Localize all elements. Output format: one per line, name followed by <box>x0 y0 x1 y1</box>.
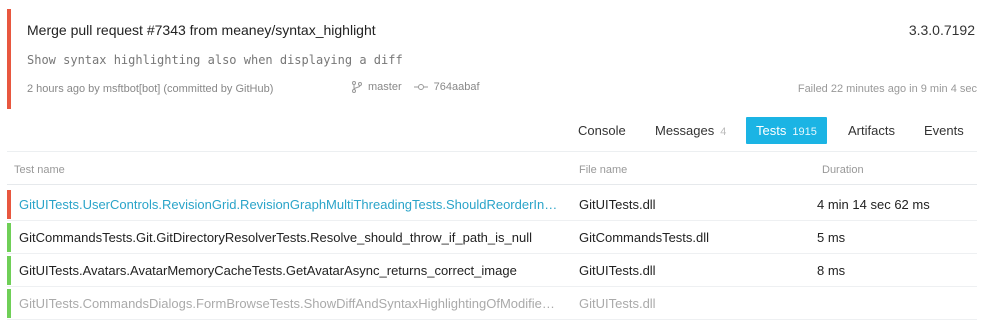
tab-label: Events <box>924 123 964 138</box>
build-status-text: Failed 22 minutes ago in 9 min 4 sec <box>797 83 977 95</box>
tab-label: Console <box>578 123 626 138</box>
column-header-test-name[interactable]: Test name <box>14 164 65 176</box>
table-row[interactable]: GitUITests.CommandsDialogs.FormBrowseTes… <box>7 288 977 320</box>
branch-name[interactable]: master <box>368 81 402 93</box>
test-file: GitUITests.dll <box>579 263 656 278</box>
test-passed-indicator <box>7 223 11 252</box>
tab-tests[interactable]: Tests 1915 <box>746 117 827 144</box>
test-duration: 4 min 14 sec 62 ms <box>817 197 930 212</box>
tab-messages[interactable]: Messages 4 <box>655 117 726 144</box>
commit-sha[interactable]: 764aabaf <box>434 81 480 93</box>
commit-icon <box>413 82 428 92</box>
table-header-divider <box>7 184 977 185</box>
commit-meta: 2 hours ago by msftbot[bot] (committed b… <box>27 83 274 95</box>
tab-label: Messages <box>655 123 715 138</box>
build-version[interactable]: 3.3.0.7192 <box>909 22 975 38</box>
tabs-divider <box>7 151 977 152</box>
test-name[interactable]: GitUITests.UserControls.RevisionGrid.Rev… <box>19 197 559 212</box>
test-failed-indicator <box>7 190 11 219</box>
test-file: GitUITests.dll <box>579 197 656 212</box>
test-name[interactable]: GitUITests.CommandsDialogs.FormBrowseTes… <box>19 296 559 311</box>
tab-count: 1915 <box>792 126 817 138</box>
tab-label: Artifacts <box>848 123 895 138</box>
commit-card: Merge pull request #7343 from meaney/syn… <box>7 9 983 109</box>
tests-table-header: Test name File name Duration <box>0 162 983 180</box>
branch-icon <box>352 81 362 93</box>
build-status-bar <box>7 9 11 109</box>
test-name[interactable]: GitCommandsTests.Git.GitDirectoryResolve… <box>19 230 559 245</box>
tab-console[interactable]: Console <box>578 117 626 144</box>
tab-events[interactable]: Events <box>924 117 964 144</box>
table-row[interactable]: GitUITests.Avatars.AvatarMemoryCacheTest… <box>7 255 977 287</box>
commit-title[interactable]: Merge pull request #7343 from meaney/syn… <box>27 22 376 38</box>
table-row[interactable]: GitCommandsTests.Git.GitDirectoryResolve… <box>7 222 977 254</box>
column-header-duration[interactable]: Duration <box>822 164 864 176</box>
column-header-file-name[interactable]: File name <box>579 164 627 176</box>
test-duration: 5 ms <box>817 230 846 245</box>
build-tabs: Console Messages 4 Tests 1915 Artifacts Ev… <box>0 117 983 145</box>
table-row[interactable]: GitUITests.UserControls.RevisionGrid.Rev… <box>7 189 977 221</box>
tab-label: Tests <box>756 123 787 138</box>
test-passed-indicator <box>7 256 11 285</box>
test-name[interactable]: GitUITests.Avatars.AvatarMemoryCacheTest… <box>19 263 559 278</box>
tab-count: 4 <box>720 126 727 138</box>
commit-ref: master 764aabaf <box>352 81 480 93</box>
tab-artifacts[interactable]: Artifacts <box>848 117 895 144</box>
test-passed-indicator <box>7 289 11 318</box>
commit-description: Show syntax highlighting also when displ… <box>27 53 403 67</box>
test-file: GitCommandsTests.dll <box>579 230 710 245</box>
test-file: GitUITests.dll <box>579 296 656 311</box>
test-duration: 8 ms <box>817 263 846 278</box>
